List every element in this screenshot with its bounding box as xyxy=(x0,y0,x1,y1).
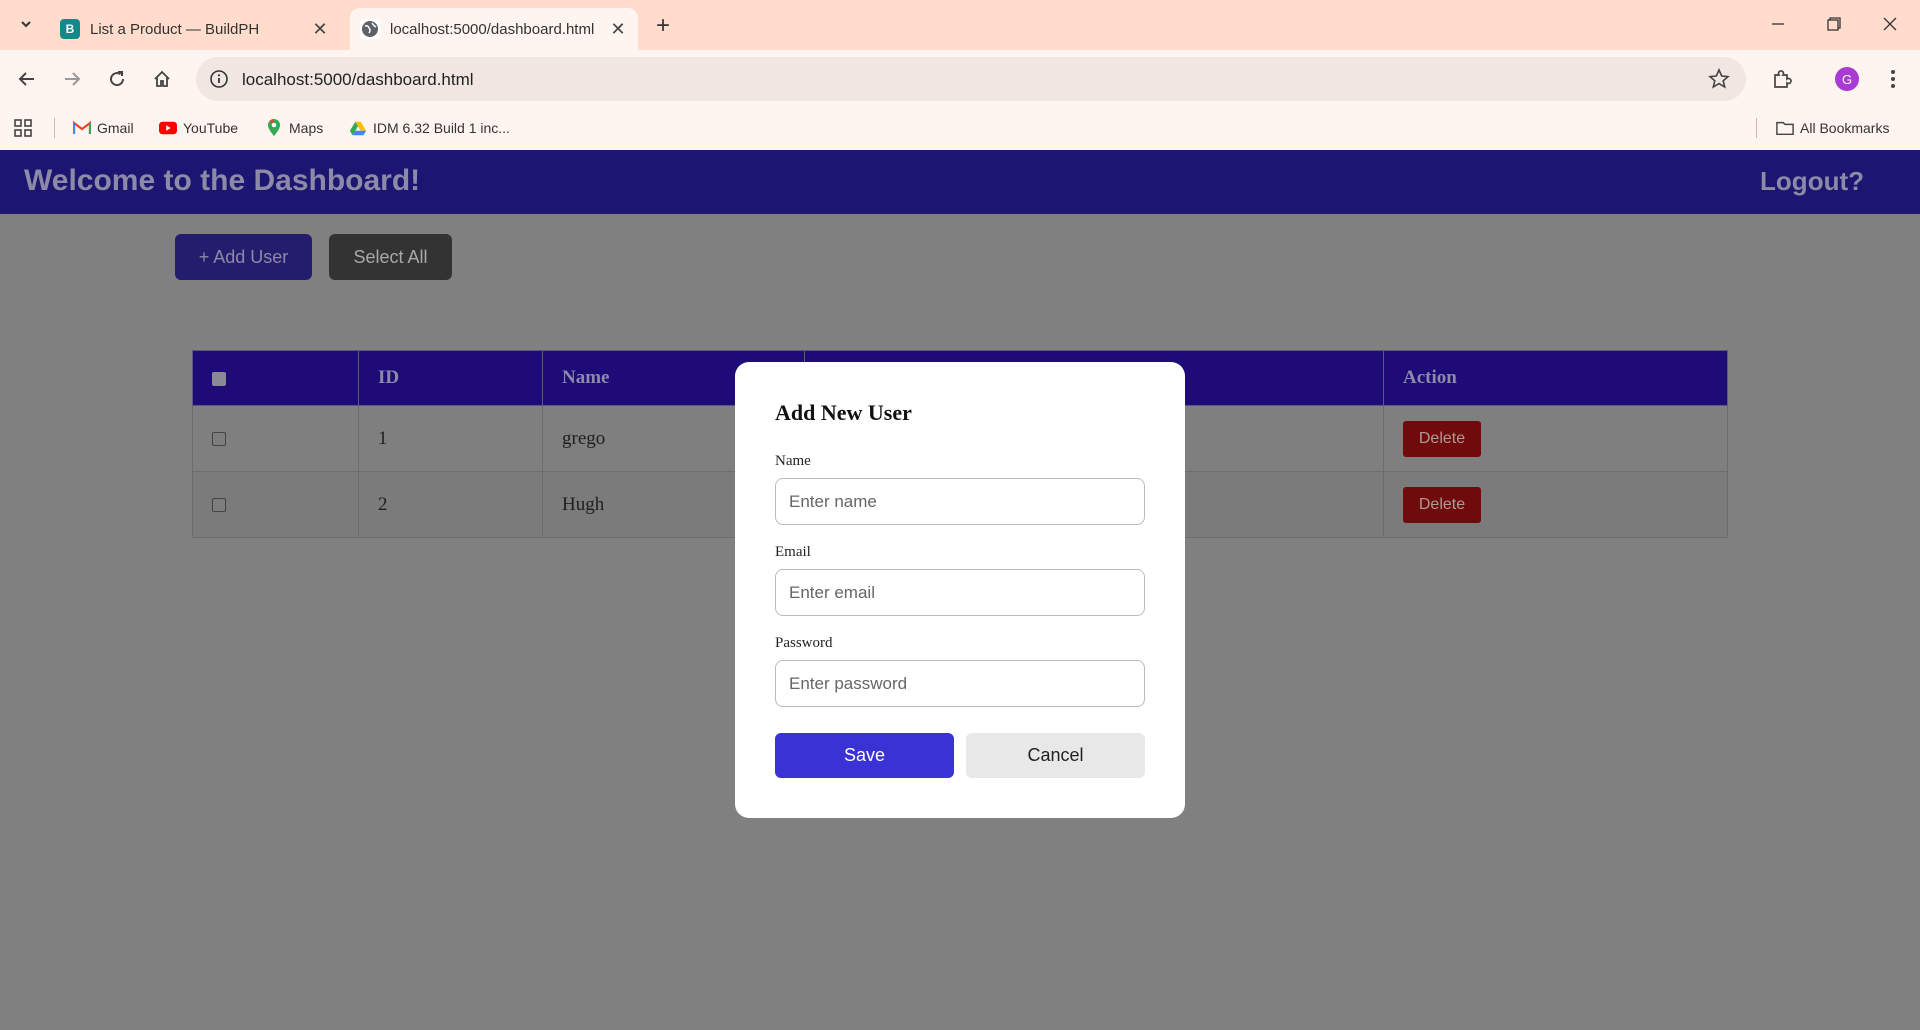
add-user-modal: Add New User Name Email Password Save Ca… xyxy=(735,362,1185,818)
page-title: Welcome to the Dashboard! xyxy=(24,164,421,197)
email-input[interactable] xyxy=(775,569,1145,616)
bookmark-label: IDM 6.32 Build 1 inc... xyxy=(373,120,510,136)
globe-icon xyxy=(360,19,380,39)
browser-tab-bar: B List a Product — BuildPH ✕ localhost:5… xyxy=(0,0,1920,50)
id-cell: 2 xyxy=(358,471,543,538)
id-column-header: ID xyxy=(358,350,543,406)
action-column-header: Action xyxy=(1383,350,1728,406)
bookmark-star-icon[interactable] xyxy=(1708,68,1730,90)
all-bookmarks[interactable]: All Bookmarks xyxy=(1776,116,1889,140)
buildph-favicon-icon: B xyxy=(60,19,80,39)
row-checkbox[interactable] xyxy=(212,498,226,513)
select-all-button[interactable]: Select All xyxy=(329,234,452,280)
back-arrow-icon[interactable] xyxy=(10,62,44,96)
select-column-header xyxy=(192,350,359,406)
save-button[interactable]: Save xyxy=(775,733,954,778)
new-tab-plus-icon[interactable]: + xyxy=(650,12,676,39)
bookmark-youtube[interactable]: YouTube xyxy=(159,116,238,140)
id-cell: 1 xyxy=(358,405,543,472)
password-input[interactable] xyxy=(775,660,1145,707)
close-tab-icon[interactable]: ✕ xyxy=(608,19,628,39)
extensions-puzzle-icon[interactable] xyxy=(1767,64,1797,94)
bookmark-gmail[interactable]: Gmail xyxy=(73,116,134,140)
all-bookmarks-label: All Bookmarks xyxy=(1800,120,1890,136)
modal-title: Add New User xyxy=(775,400,912,425)
minimize-icon[interactable] xyxy=(1758,8,1798,40)
bookmark-maps[interactable]: Maps xyxy=(265,116,323,140)
bookmarks-divider xyxy=(1756,118,1757,138)
tab-title: List a Product — BuildPH xyxy=(90,20,260,38)
apps-grid-icon[interactable] xyxy=(14,116,32,140)
row-select-cell xyxy=(192,405,359,472)
app-header: Welcome to the Dashboard! Logout? xyxy=(0,150,1920,214)
bookmark-label: Maps xyxy=(289,120,324,136)
gmail-icon xyxy=(73,119,91,137)
bookmark-idm[interactable]: IDM 6.32 Build 1 inc... xyxy=(349,116,510,140)
name-label: Name xyxy=(775,453,811,469)
cancel-button[interactable]: Cancel xyxy=(966,733,1145,778)
restore-icon[interactable] xyxy=(1814,8,1854,40)
browser-tab-dashboard[interactable]: localhost:5000/dashboard.html ✕ xyxy=(350,8,638,50)
add-user-button[interactable]: + Add User xyxy=(175,234,312,280)
email-label: Email xyxy=(775,544,811,560)
profile-avatar[interactable]: G xyxy=(1835,67,1859,91)
bookmark-label: YouTube xyxy=(183,120,239,136)
address-bar[interactable]: localhost:5000/dashboard.html xyxy=(196,57,1746,101)
delete-button[interactable]: Delete xyxy=(1403,420,1481,457)
select-all-checkbox[interactable] xyxy=(212,371,226,386)
dashboard-page: Welcome to the Dashboard! Logout? + Add … xyxy=(0,150,1920,1030)
bookmark-label: Gmail xyxy=(97,120,134,136)
row-checkbox[interactable] xyxy=(212,432,226,447)
browser-tab-buildph[interactable]: B List a Product — BuildPH ✕ xyxy=(50,8,340,50)
row-select-cell xyxy=(192,471,359,538)
action-cell: Delete xyxy=(1383,471,1728,538)
bookmarks-bar: Gmail YouTube Maps IDM 6.32 Build 1 inc.… xyxy=(0,108,1920,150)
folder-icon xyxy=(1776,119,1794,137)
url-text: localhost:5000/dashboard.html xyxy=(242,70,474,89)
reload-icon[interactable] xyxy=(100,62,134,96)
close-window-icon[interactable] xyxy=(1870,8,1910,40)
maps-icon xyxy=(265,119,283,137)
action-cell: Delete xyxy=(1383,405,1728,472)
password-label: Password xyxy=(775,635,833,651)
youtube-icon xyxy=(159,119,177,137)
tab-title: localhost:5000/dashboard.html xyxy=(390,20,595,38)
drive-icon xyxy=(349,119,367,137)
browser-toolbar: localhost:5000/dashboard.html G xyxy=(0,50,1920,108)
home-icon[interactable] xyxy=(145,62,179,96)
delete-button[interactable]: Delete xyxy=(1403,486,1481,523)
forward-arrow-icon[interactable] xyxy=(55,62,89,96)
bookmarks-divider xyxy=(54,118,55,138)
close-tab-icon[interactable]: ✕ xyxy=(310,19,330,39)
kebab-menu-icon[interactable] xyxy=(1878,64,1908,94)
tab-search-chevron-icon[interactable] xyxy=(12,10,40,38)
site-info-icon[interactable] xyxy=(208,68,230,90)
logout-link[interactable]: Logout? xyxy=(1760,166,1864,197)
name-input[interactable] xyxy=(775,478,1145,525)
